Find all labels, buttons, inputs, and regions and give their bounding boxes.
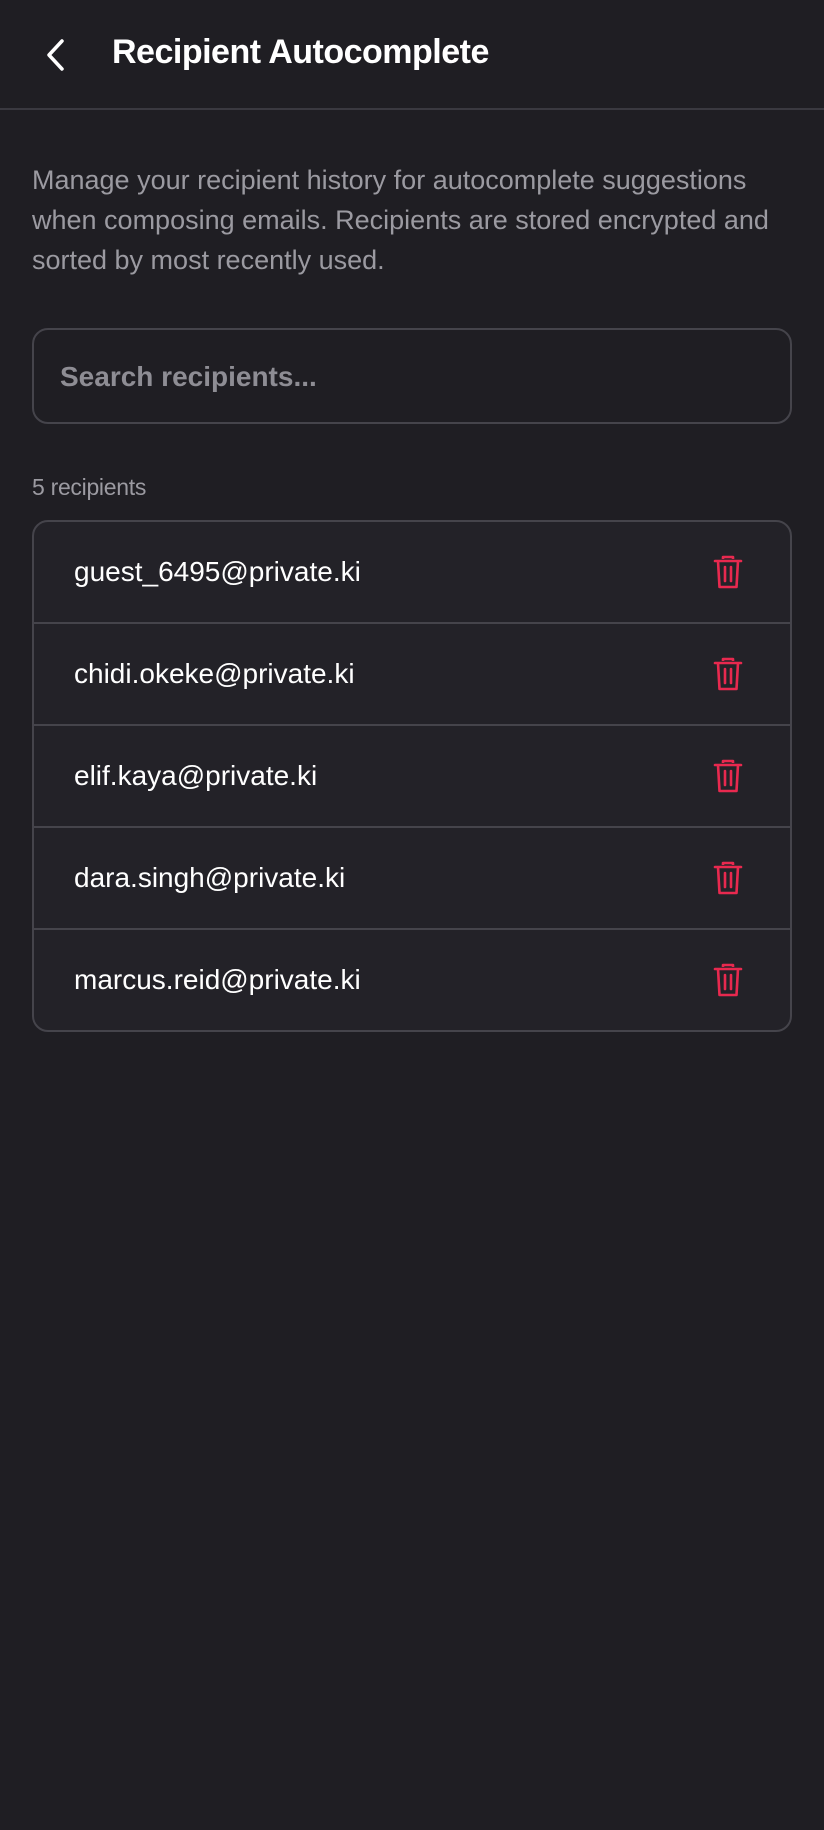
trash-icon — [713, 861, 743, 895]
delete-button[interactable] — [706, 958, 750, 1002]
recipient-email: marcus.reid@private.ki — [74, 964, 361, 995]
trash-icon — [713, 759, 743, 793]
list-item: chidi.okeke@private.ki — [34, 624, 790, 726]
list-item: elif.kaya@private.ki — [34, 726, 790, 828]
search-input[interactable] — [58, 330, 762, 424]
delete-button[interactable] — [706, 550, 750, 594]
delete-button[interactable] — [706, 652, 750, 696]
trash-icon — [713, 657, 743, 691]
page-description: Manage your recipient history for autoco… — [32, 165, 769, 275]
search-box — [32, 328, 792, 424]
list-item: guest_6495@private.ki — [34, 522, 790, 624]
list-item: dara.singh@private.ki — [34, 828, 790, 930]
delete-button[interactable] — [706, 754, 750, 798]
recipient-email: dara.singh@private.ki — [74, 862, 346, 893]
recipient-count: 5 recipients — [32, 474, 147, 500]
trash-icon — [713, 963, 743, 997]
recipient-list: guest_6495@private.ki chidi.okeke@privat… — [32, 520, 792, 1032]
page-title: Recipient Autocomplete — [112, 33, 489, 71]
recipient-email: elif.kaya@private.ki — [74, 760, 318, 791]
recipient-email: chidi.okeke@private.ki — [74, 658, 355, 689]
recipient-email: guest_6495@private.ki — [74, 556, 361, 587]
trash-icon — [713, 555, 743, 589]
back-button[interactable] — [30, 25, 82, 85]
chevron-left-icon — [47, 39, 64, 71]
delete-button[interactable] — [706, 856, 750, 900]
list-item: marcus.reid@private.ki — [34, 930, 790, 1030]
app-header: Recipient Autocomplete — [0, 0, 824, 110]
